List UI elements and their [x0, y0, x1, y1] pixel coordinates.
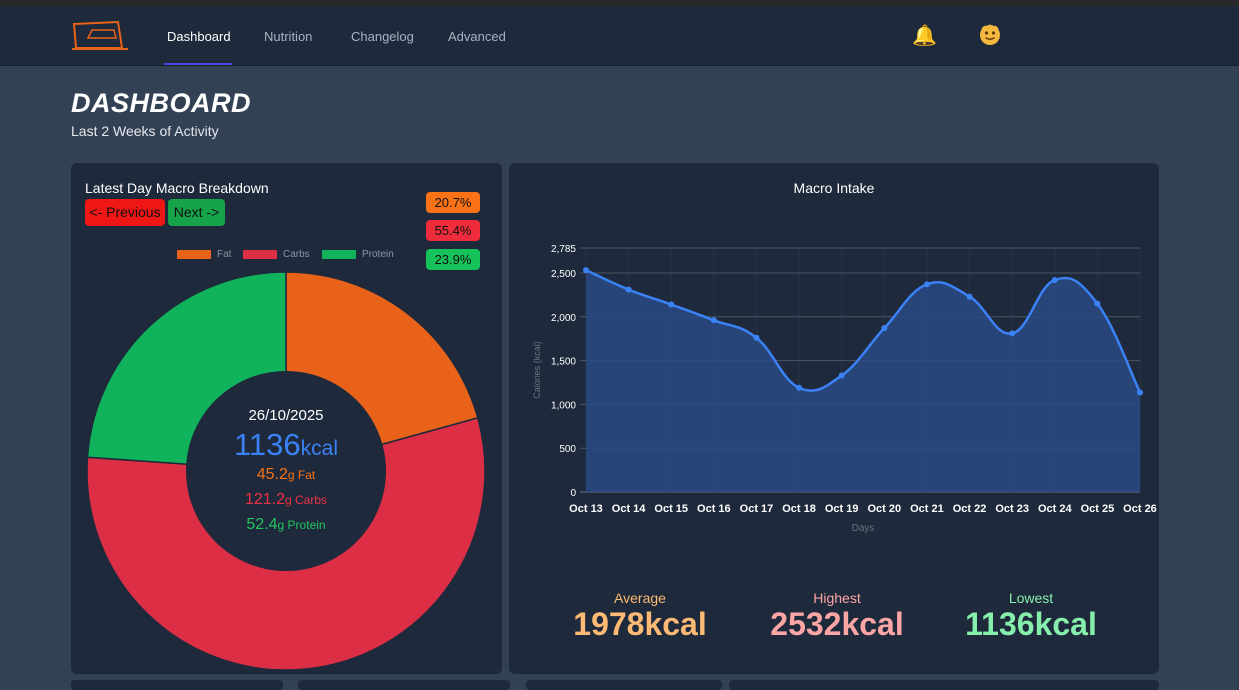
- donut-fat-unit: g Fat: [287, 468, 316, 482]
- x-tick-label: Oct 13: [569, 503, 603, 515]
- data-point[interactable]: [881, 325, 888, 332]
- data-point[interactable]: [753, 334, 760, 341]
- data-point[interactable]: [1009, 330, 1016, 337]
- macro-breakdown-card: Latest Day Macro Breakdown <- Previous N…: [71, 163, 502, 674]
- x-tick-label: Oct 26: [1123, 503, 1157, 515]
- data-point[interactable]: [1137, 389, 1143, 396]
- x-tick-label: Oct 15: [654, 503, 688, 515]
- y-tick-label: 1,000: [551, 400, 576, 411]
- donut-fat: 45.2g Fat: [186, 466, 386, 484]
- lowest-label: Lowest: [1008, 590, 1054, 606]
- highest-label: Highest: [813, 590, 861, 606]
- donut-date: 26/10/2025: [248, 407, 324, 424]
- x-tick-label: Oct 25: [1081, 503, 1115, 515]
- lowest-value: 1136kcal: [965, 606, 1097, 642]
- nav-dashboard[interactable]: Dashboard: [167, 29, 231, 44]
- donut-fat-value: 45.2: [256, 466, 288, 483]
- macro-intake-chart: 0 500 1,000 1,500 2,000 2,500 2,785 Oct 13 Oct 1…: [532, 244, 1157, 534]
- average-value: 1978kcal: [573, 606, 707, 642]
- donut-carbs-value: 121.2: [244, 491, 285, 508]
- donut-carbs-unit: g Carbs: [285, 493, 328, 507]
- x-tick-label: Oct 14: [612, 503, 647, 515]
- y-tick-label: 1,500: [551, 357, 576, 368]
- data-point[interactable]: [796, 384, 803, 391]
- donut-carbs: 121.2g Carbs: [186, 491, 386, 509]
- x-tick-label: Oct 19: [825, 503, 859, 515]
- x-tick-label: Oct 18: [782, 503, 816, 515]
- avatar-icon[interactable]: [979, 24, 1001, 46]
- page-title: DASHBOARD: [71, 88, 251, 118]
- donut-protein-unit: g Protein: [277, 518, 326, 532]
- y-tick-label: 0: [570, 488, 576, 499]
- y-tick-label: 2,500: [551, 269, 576, 280]
- nav-changelog[interactable]: Changelog: [351, 29, 414, 44]
- y-tick-label: 2,785: [551, 244, 576, 255]
- data-point[interactable]: [838, 372, 845, 379]
- data-point[interactable]: [625, 286, 632, 293]
- page-subtitle: Last 2 Weeks of Activity: [71, 123, 219, 139]
- x-tick-label: Oct 22: [953, 503, 987, 515]
- nav-advanced[interactable]: Advanced: [448, 29, 506, 44]
- data-point[interactable]: [668, 301, 675, 308]
- x-tick-label: Oct 20: [867, 503, 901, 515]
- bottom-card-1: [71, 680, 283, 690]
- x-tick-label: Oct 21: [910, 503, 944, 515]
- y-tick-label: 2,000: [551, 313, 576, 324]
- y-tick-label: 500: [559, 444, 576, 455]
- average-label: Average: [614, 590, 666, 606]
- data-point[interactable]: [1094, 300, 1101, 307]
- data-point[interactable]: [1051, 276, 1058, 283]
- x-tick-label: Oct 24: [1038, 503, 1073, 515]
- donut-protein-value: 52.4: [246, 516, 278, 533]
- bottom-card-2: [298, 680, 510, 690]
- nav-nutrition[interactable]: Nutrition: [264, 29, 312, 44]
- data-point[interactable]: [966, 293, 973, 300]
- highest-value: 2532kcal: [770, 606, 904, 642]
- x-axis-title: Days: [852, 523, 875, 534]
- logo-icon[interactable]: [70, 18, 130, 54]
- navbar: Dashboard Nutrition Changelog Advanced 🔔: [0, 6, 1239, 66]
- x-tick-label: Oct 17: [740, 503, 774, 515]
- data-point[interactable]: [923, 281, 930, 288]
- data-point[interactable]: [710, 317, 717, 324]
- donut-kcal-unit: kcal: [300, 437, 339, 460]
- bottom-card-4: [729, 680, 1159, 690]
- y-axis-title: Calories (kcal): [532, 341, 542, 399]
- macro-intake-card: Macro Intake 0 500 1,000 1,500 2,000 2,500 2,7…: [509, 163, 1159, 674]
- x-tick-label: Oct 16: [697, 503, 731, 515]
- data-point[interactable]: [583, 267, 589, 274]
- bell-icon[interactable]: 🔔: [912, 23, 937, 48]
- active-tab-indicator: [164, 63, 232, 65]
- x-tick-label: Oct 23: [995, 503, 1029, 515]
- donut-kcal-value: 1136: [233, 427, 301, 462]
- bottom-card-3: [526, 680, 722, 690]
- donut-protein: 52.4g Protein: [186, 516, 386, 534]
- donut-kcal: 1136kcal: [186, 427, 386, 463]
